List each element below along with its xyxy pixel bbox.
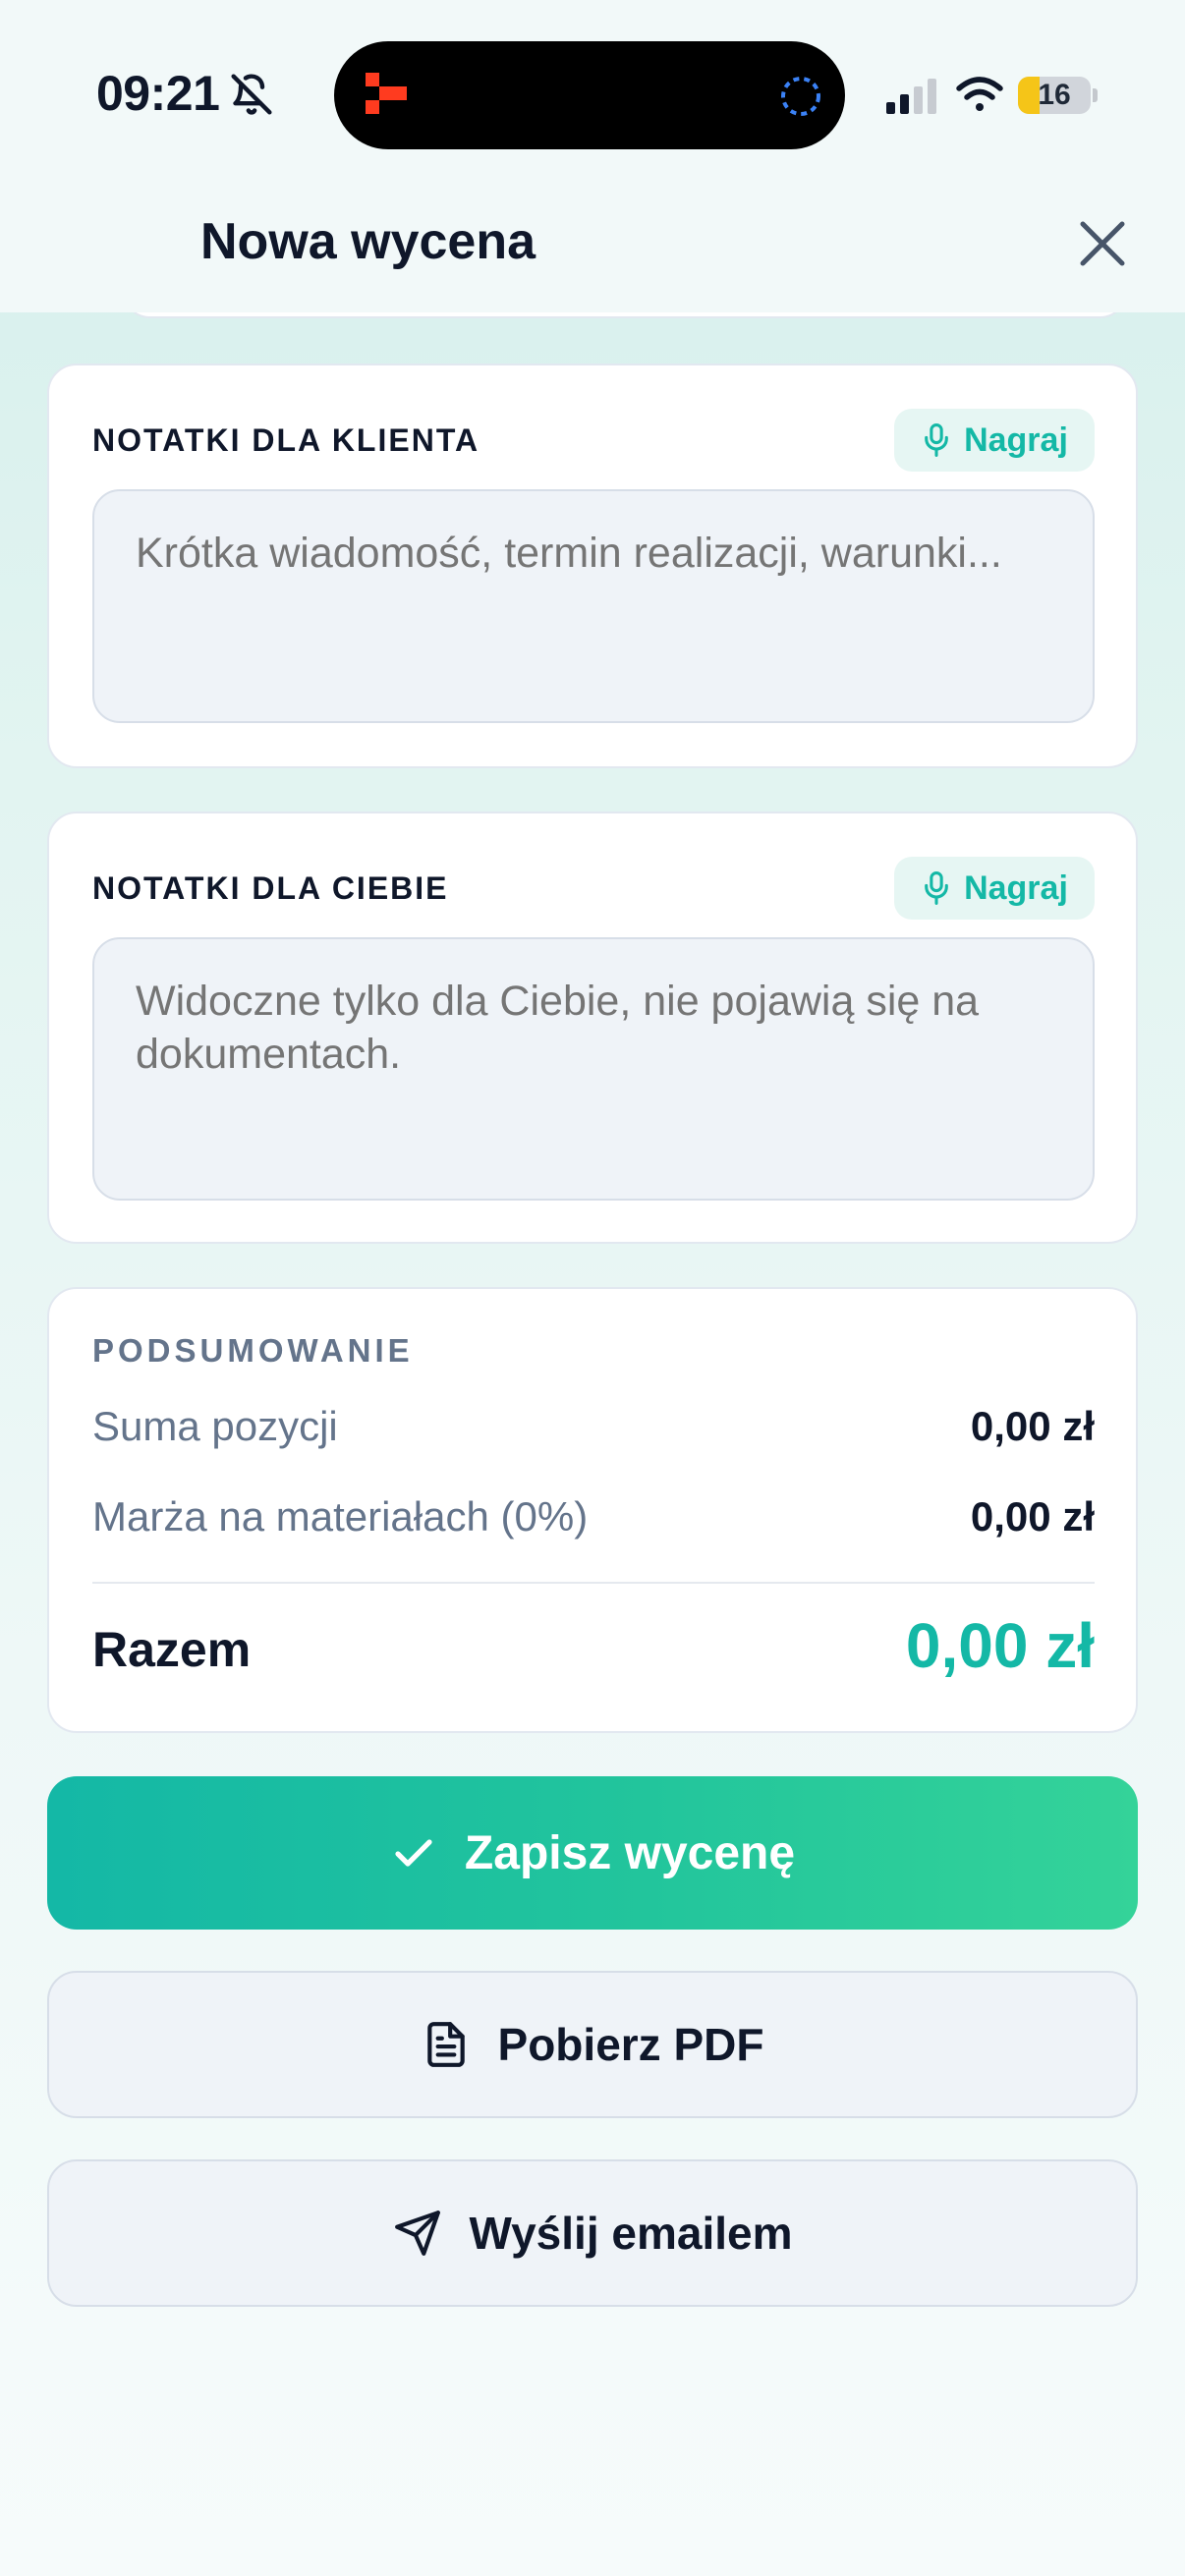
- battery-icon: 16: [1018, 77, 1091, 114]
- materials-margin-value: 0,00 zł: [970, 1493, 1095, 1540]
- close-icon[interactable]: [1071, 212, 1134, 275]
- summary-card: PODSUMOWANIE Suma pozycji 0,00 zł Marża …: [47, 1287, 1138, 1733]
- send-email-label: Wyślij emailem: [469, 2208, 793, 2259]
- client-notes-input[interactable]: [92, 489, 1095, 723]
- battery-tip: [1093, 88, 1098, 102]
- top-bar: 09:21 16 Nowa wycena: [0, 0, 1185, 312]
- microphone-icon: [925, 423, 948, 457]
- materials-margin-label: Marża na materiałach (0%): [92, 1493, 589, 1540]
- client-notes-card: NOTATKI DLA KLIENTA Nagraj: [47, 364, 1138, 768]
- items-sum-label: Suma pozycji: [92, 1403, 338, 1449]
- total-label: Razem: [92, 1622, 252, 1677]
- checkmark-icon: [395, 1839, 432, 1867]
- save-quote-label: Zapisz wycenę: [464, 1826, 796, 1879]
- document-icon: [426, 2022, 465, 2067]
- page-title: Nowa wycena: [200, 213, 536, 270]
- wifi-icon: [956, 77, 1003, 111]
- save-quote-button[interactable]: Zapisz wycenę: [47, 1776, 1138, 1930]
- cellular-signal-icon: [886, 79, 936, 114]
- own-notes-record-button[interactable]: Nagraj: [894, 857, 1095, 920]
- client-notes-record-button[interactable]: Nagraj: [894, 409, 1095, 472]
- send-icon: [394, 2211, 440, 2256]
- send-email-button[interactable]: Wyślij emailem: [47, 2159, 1138, 2307]
- own-notes-label: NOTATKI DLA CIEBIE: [92, 870, 449, 906]
- total-value: 0,00 zł: [905, 1610, 1095, 1681]
- bell-slash-icon: [231, 74, 272, 115]
- record-label: Nagraj: [964, 420, 1068, 459]
- activity-ring-icon: [781, 77, 820, 116]
- summary-label: PODSUMOWANIE: [92, 1332, 414, 1369]
- summary-divider: [92, 1582, 1095, 1584]
- client-notes-label: NOTATKI DLA KLIENTA: [92, 422, 480, 458]
- battery-level: 16: [1038, 79, 1071, 111]
- dynamic-island: [334, 41, 845, 149]
- status-time: 09:21: [96, 66, 220, 121]
- own-notes-card: NOTATKI DLA CIEBIE Nagraj: [47, 812, 1138, 1244]
- download-pdf-label: Pobierz PDF: [497, 2019, 764, 2070]
- app-logo-icon: [366, 73, 407, 114]
- items-sum-value: 0,00 zł: [970, 1403, 1095, 1449]
- download-pdf-button[interactable]: Pobierz PDF: [47, 1971, 1138, 2118]
- record-label: Nagraj: [964, 868, 1068, 907]
- microphone-icon: [925, 871, 948, 905]
- own-notes-input[interactable]: [92, 937, 1095, 1201]
